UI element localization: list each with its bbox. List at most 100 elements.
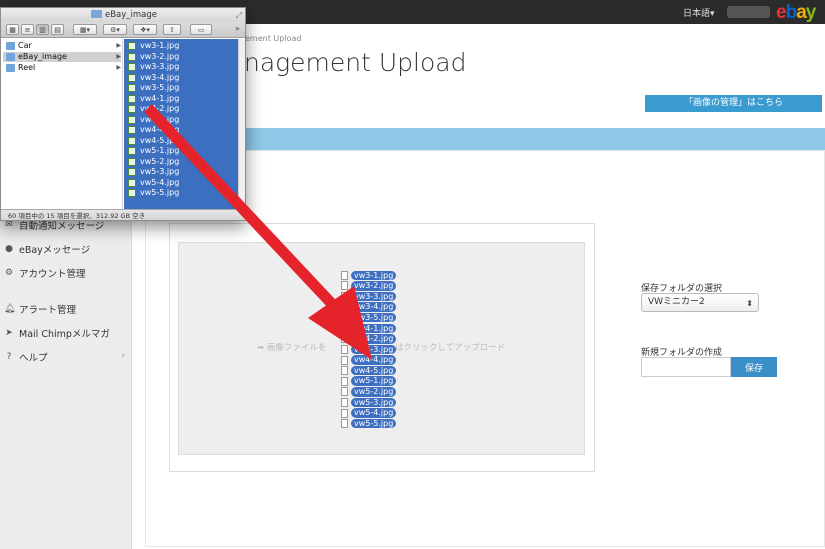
file-item[interactable]: vw5-5.jpg [127,188,237,199]
icon-view-button[interactable]: ▦ [6,24,19,35]
language-selector[interactable]: 日本語▾ [683,6,715,19]
folder-select[interactable]: VWミニカー2 ⬍ [641,293,759,312]
new-folder-input[interactable] [641,357,731,377]
file-icon [341,270,348,280]
arrange-button[interactable]: ▦▾ [73,24,97,35]
list-item: vw4-3.jpg [341,344,401,355]
action-gear-button[interactable]: ⚙▾ [103,24,127,35]
folder-select-value: VWミニカー2 [648,297,705,307]
file-item[interactable]: vw5-2.jpg [127,157,237,168]
image-file-icon [128,73,136,82]
image-file-icon [128,189,136,197]
select-arrows-icon: ⬍ [746,299,753,308]
file-icon [341,281,348,291]
resize-icon[interactable]: ⤢ [236,9,242,23]
coverflow-view-button[interactable]: ▤ [51,24,64,35]
file-item[interactable]: vw4-5.jpg [127,136,237,147]
finder-toolbar: ▦ ≡ ▥ ▤ ▦▾ ⚙▾ ❖▾ ⇧ ▭ » [1,22,245,38]
list-item: vw3-5.jpg [341,312,401,323]
save-button[interactable]: 保存 [731,357,777,377]
list-item: vw4-1.jpg [341,323,401,334]
sidebar-item-label: アラート管理 [19,305,77,316]
ebay-logo: ebay [776,2,816,23]
file-icon [341,397,348,407]
sidebar-item-label: ヘルプ [19,353,48,364]
image-management-link[interactable]: 「画像の管理」はこちら [645,95,822,112]
tag-button[interactable]: ▭ [190,24,212,35]
image-file-icon [128,168,136,176]
folder-item-car[interactable]: Car ▶ [3,41,121,51]
file-item[interactable]: vw3-2.jpg [127,52,237,63]
list-item: vw3-3.jpg [341,291,401,302]
file-icon [341,376,348,386]
file-item[interactable]: vw5-1.jpg [127,146,237,157]
folder-icon [6,42,15,50]
file-item[interactable]: vw4-3.jpg [127,115,237,126]
upload-arrow-icon: ➡ [257,343,265,353]
dropbox-button[interactable]: ❖▾ [133,24,157,35]
chat-bubble-icon: ● [5,244,13,254]
file-item[interactable]: vw3-3.jpg [127,62,237,73]
list-item: vw4-2.jpg [341,334,401,345]
file-item[interactable]: vw4-2.jpg [127,104,237,115]
sidebar-item-help[interactable]: ? ヘルプ › [0,346,131,368]
image-file-icon [128,94,136,103]
sidebar-item-ebay-messages[interactable]: ● eBayメッセージ [0,238,131,260]
image-file-icon [128,147,136,155]
dragged-files: vw3-1.jpg vw3-2.jpg vw3-3.jpg vw3-4.jpg … [341,270,401,429]
image-file-icon [128,84,136,92]
list-item: vw5-5.jpg [341,418,401,429]
file-icon [341,313,348,323]
chevron-right-icon: ▶ [116,64,121,71]
image-file-icon [128,63,136,71]
file-icon [341,323,348,333]
dropzone-hint-left-text: 画像ファイルを [266,343,327,353]
finder-status-bar: 60 項目中の 15 項目を選択、312.92 GB 空き [1,209,245,220]
list-item: vw5-3.jpg [341,397,401,408]
file-icon [341,355,348,365]
finder-titlebar[interactable]: eBay_image ⤢ [1,8,245,23]
file-icon [341,291,348,301]
finder-scrollbar[interactable] [238,39,245,209]
finder-window[interactable]: eBay_image ⤢ ▦ ≡ ▥ ▤ ▦▾ ⚙▾ ❖▾ ⇧ ▭ » Car ▶… [0,7,246,221]
image-file-icon [128,42,136,50]
file-icon [341,344,348,354]
file-item[interactable]: vw5-3.jpg [127,167,237,178]
list-item: vw5-2.jpg [341,387,401,398]
file-icon [341,419,348,429]
image-file-icon [128,126,136,134]
list-item: vw3-4.jpg [341,302,401,313]
folder-icon [6,53,15,61]
gears-icon: ⚙ [4,268,14,278]
file-item[interactable]: vw3-1.jpg [127,41,237,52]
column-view-button[interactable]: ▥ [36,24,49,35]
file-item[interactable]: vw4-4.jpg [127,125,237,136]
dropzone-hint-right: はクリックしてアップロード [395,343,506,353]
sidebar-item-account[interactable]: ⚙ アカウント管理 [0,262,131,284]
file-icon [341,387,348,397]
list-view-button[interactable]: ≡ [21,24,34,35]
dropzone-hint-left: ➡ 画像ファイルを [257,341,326,353]
mail-icon: ✉ [5,220,13,230]
image-file-icon [128,178,136,187]
image-file-icon [128,115,136,124]
toolbar-overflow-icon[interactable]: » [235,24,240,33]
sidebar-item-label: アカウント管理 [19,269,86,280]
file-item[interactable]: vw3-4.jpg [127,73,237,84]
image-file-icon [128,136,136,145]
share-button[interactable]: ⇧ [163,24,181,35]
finder-title: eBay_image [104,10,158,20]
folder-item-ebay-image[interactable]: eBay_image ▶ [3,52,121,62]
file-item[interactable]: vw5-4.jpg [127,178,237,189]
file-item[interactable]: vw3-5.jpg [127,83,237,94]
file-item[interactable]: vw4-1.jpg [127,94,237,105]
list-item: vw4-5.jpg [341,365,401,376]
image-file-icon [128,52,136,61]
sidebar-item-mailchimp[interactable]: ➤ Mail Chimpメルマガ [0,322,131,344]
question-icon: ? [6,352,12,362]
image-file-icon [128,157,136,166]
chevron-right-icon: ▶ [116,42,121,49]
chevron-right-icon: › [121,351,125,361]
sidebar-item-alerts[interactable]: 🔔︎ アラート管理 [0,298,131,320]
folder-item-reel[interactable]: Reel ▶ [3,63,121,73]
